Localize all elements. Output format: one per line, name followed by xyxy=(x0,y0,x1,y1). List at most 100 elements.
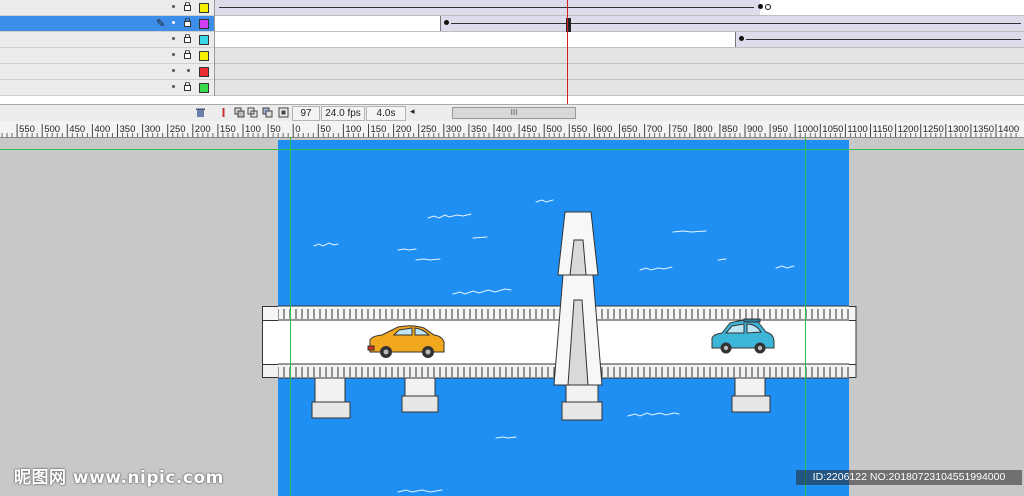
ruler-label: 450 xyxy=(521,124,537,135)
trash-icon[interactable] xyxy=(195,107,206,118)
layer-row-4[interactable] xyxy=(0,48,214,64)
ruler-label: 550 xyxy=(571,124,587,135)
ruler-label: 100 xyxy=(245,124,261,135)
ruler-label: 0 xyxy=(295,124,300,135)
ruler-label: 600 xyxy=(596,124,612,135)
ruler-label: 1050 xyxy=(822,124,843,135)
ruler-label: 650 xyxy=(622,124,638,135)
frame-row-3[interactable] xyxy=(215,32,1024,48)
timeline-scrollbar-thumb[interactable]: III xyxy=(452,107,576,119)
timeline-panel: ✎ xyxy=(0,0,1024,104)
watermark-id: ID:2206122 NO:20180723104551994000 xyxy=(796,470,1022,485)
layer-row-2-selected[interactable]: ✎ xyxy=(0,16,214,32)
current-frame-field[interactable]: 97 xyxy=(292,106,320,121)
keyframe[interactable] xyxy=(739,36,744,41)
ruler-ticks: 0 550 500 450 400 350 300 250 200 150 100 500 50 100 1… xyxy=(1,124,1019,137)
visibility-dot-icon[interactable] xyxy=(172,69,175,72)
ruler-label: 100 xyxy=(345,124,361,135)
layer-row-5[interactable] xyxy=(0,64,214,80)
ruler-label: 1200 xyxy=(898,124,919,135)
ruler-label: 350 xyxy=(120,124,136,135)
ruler-label: 250 xyxy=(421,124,437,135)
onion-marker-icon[interactable] xyxy=(218,107,229,118)
frame-row-2[interactable] xyxy=(215,16,1024,32)
ruler-label: 800 xyxy=(697,124,713,135)
lock-icon[interactable] xyxy=(184,2,191,11)
lock-icon[interactable] xyxy=(184,50,191,59)
onion-outline-icon[interactable] xyxy=(247,107,258,118)
bridge-piers xyxy=(311,377,771,421)
visibility-dot-icon[interactable] xyxy=(172,5,175,8)
bridge-scene[interactable] xyxy=(278,140,849,496)
lock-icon[interactable] xyxy=(184,82,191,91)
frame-row-1[interactable] xyxy=(215,0,1024,16)
pencil-edit-icon: ✎ xyxy=(156,18,166,30)
layer-row-1[interactable] xyxy=(0,0,214,16)
ruler-label: 200 xyxy=(195,124,211,135)
layer-color-swatch[interactable] xyxy=(199,83,209,93)
frame-row-5[interactable] xyxy=(215,64,1024,80)
ruler-label: 500 xyxy=(546,124,562,135)
ruler-label: 1000 xyxy=(797,124,818,135)
ruler-label: 1150 xyxy=(873,124,893,135)
frame-row-6[interactable] xyxy=(215,80,1024,96)
ruler-label: 950 xyxy=(772,124,788,135)
bridge-deck-left-overhang xyxy=(262,306,278,378)
frame-rate-field[interactable]: 24.0 fps xyxy=(321,106,365,121)
edit-multiple-frames-icon[interactable] xyxy=(262,107,273,118)
visibility-dot-icon[interactable] xyxy=(172,53,175,56)
ruler-label: 450 xyxy=(69,124,85,135)
frame-row-4[interactable] xyxy=(215,48,1024,64)
watermark-logo: 昵图网 www.nipic.com xyxy=(14,468,224,488)
ruler-label: 300 xyxy=(446,124,462,135)
ruler-label: 400 xyxy=(94,124,110,135)
ruler-label: 1400 xyxy=(998,124,1019,135)
keyframe[interactable] xyxy=(758,4,763,9)
keyframe-empty[interactable] xyxy=(765,4,771,10)
layer-row-6[interactable] xyxy=(0,80,214,96)
layer-color-swatch[interactable] xyxy=(199,35,209,45)
ruler-label: 50 xyxy=(320,124,331,135)
ruler-label: 1300 xyxy=(948,124,969,135)
scroll-left-icon[interactable]: ◂ xyxy=(410,106,415,117)
layer-color-swatch[interactable] xyxy=(199,19,209,29)
ruler-label: 300 xyxy=(145,124,161,135)
visibility-dot-icon[interactable] xyxy=(172,37,175,40)
layer-row-3[interactable] xyxy=(0,32,214,48)
ruler-label: 850 xyxy=(722,124,738,135)
layer-color-swatch[interactable] xyxy=(199,51,209,61)
frame-grid[interactable] xyxy=(215,0,1024,96)
vertical-guide-left[interactable] xyxy=(290,137,291,496)
onion-skin-icon[interactable] xyxy=(234,107,245,118)
vertical-guide-right[interactable] xyxy=(805,137,806,496)
ruler-label: 1250 xyxy=(923,124,944,135)
ruler-label: 700 xyxy=(647,124,663,135)
horizontal-guide[interactable] xyxy=(0,149,1024,150)
keyframe[interactable] xyxy=(444,20,449,25)
visibility-dot-icon[interactable] xyxy=(172,21,175,24)
lock-icon[interactable] xyxy=(184,34,191,43)
bridge-tower xyxy=(553,211,603,386)
stage-canvas[interactable] xyxy=(278,140,849,496)
visibility-dot-icon[interactable] xyxy=(172,85,175,88)
bridge-deck-right-overhang xyxy=(849,306,857,378)
tween-arrow xyxy=(746,39,1021,40)
layer-color-swatch[interactable] xyxy=(199,67,209,77)
ruler-label: 1350 xyxy=(973,124,994,135)
ruler-label: 50 xyxy=(270,124,281,135)
tween-arrow xyxy=(451,23,1021,24)
lock-dot-icon[interactable] xyxy=(187,69,190,72)
tween-arrow xyxy=(219,7,754,8)
ruler-label: 250 xyxy=(170,124,186,135)
elapsed-time-field: 4.0s xyxy=(366,106,406,121)
ruler-label: 750 xyxy=(672,124,688,135)
layer-color-swatch[interactable] xyxy=(199,3,209,13)
ruler-label: 200 xyxy=(396,124,412,135)
lock-icon[interactable] xyxy=(184,18,191,27)
horizontal-ruler: 0 550 500 450 400 350 300 250 200 150 100 500 50 100 1… xyxy=(0,121,1024,138)
ruler-label: 150 xyxy=(371,124,387,135)
modify-markers-icon[interactable] xyxy=(278,107,289,118)
ruler-label: 550 xyxy=(19,124,35,135)
playhead-line xyxy=(567,0,568,104)
ruler-label: 400 xyxy=(496,124,512,135)
